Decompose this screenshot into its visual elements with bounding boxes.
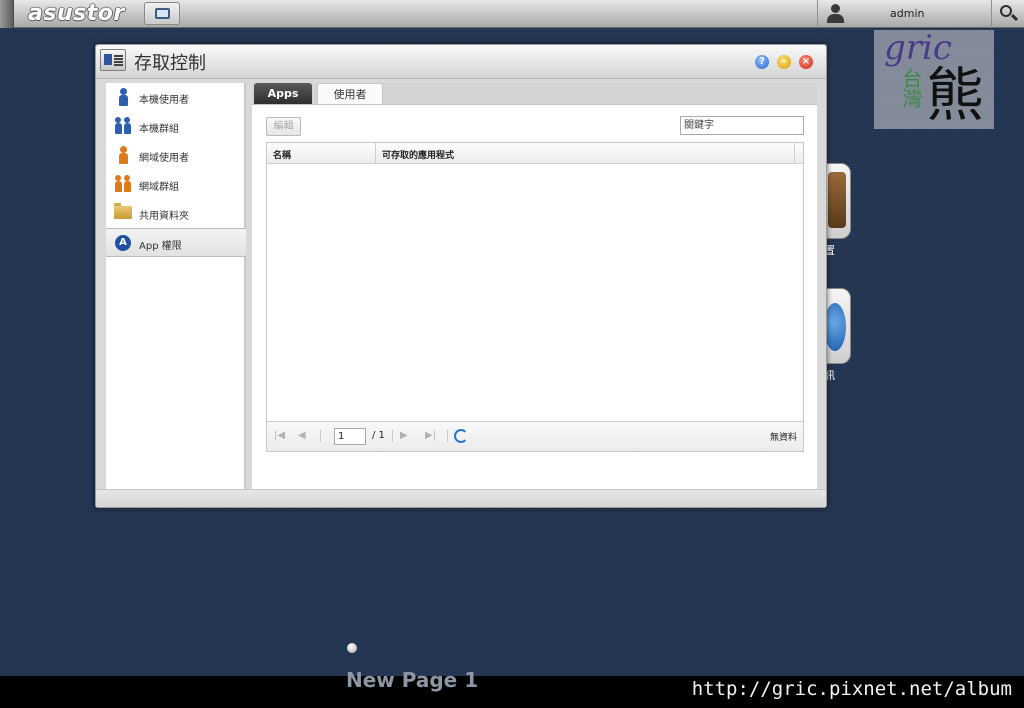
access-control-window: 存取控制 ? – × 本機使用者 本機群組 網域使用者 網域群組 共用資料夾 A…	[95, 44, 827, 508]
folder-icon	[114, 203, 132, 219]
user-name: admin	[890, 7, 925, 20]
topbar-grip	[0, 0, 14, 28]
access-control-icon	[100, 49, 126, 71]
refresh-icon[interactable]	[454, 429, 468, 443]
user-menu[interactable]: admin	[817, 0, 991, 28]
next-page-button[interactable]: ▶	[400, 430, 408, 441]
sidebar-item-label: 共用資料夾	[139, 211, 189, 222]
tab-users[interactable]: 使用者	[317, 83, 383, 104]
close-icon[interactable]: ×	[799, 55, 813, 69]
desktop-page-name: New Page 1	[346, 668, 479, 692]
footer-url-watermark: http://gric.pixnet.net/album	[691, 678, 1012, 700]
window-status-bar	[96, 489, 826, 507]
pager-separator	[320, 430, 321, 442]
asustor-logo: asustor	[28, 1, 125, 26]
page-number-input[interactable]: 1	[334, 428, 366, 445]
pagination-bar: |◀ ◀ 1 / 1 ▶ ▶| 無資料	[267, 421, 803, 451]
sidebar-item-label: 本機群組	[139, 124, 179, 135]
column-header-name[interactable]: 名稱	[267, 143, 376, 163]
sidebar-item-label: App 權限	[139, 241, 182, 252]
desktop-icon	[155, 8, 170, 19]
last-page-button[interactable]: ▶|	[425, 430, 436, 441]
sidebar-item-local-groups[interactable]: 本機群組	[106, 112, 246, 141]
sidebar-item-label: 網域使用者	[139, 153, 189, 164]
minimize-icon[interactable]: –	[777, 55, 791, 69]
desktop-page-indicator[interactable]	[347, 643, 357, 653]
window-title: 存取控制	[134, 53, 206, 74]
help-icon[interactable]: ?	[755, 55, 769, 69]
tab-apps[interactable]: Apps	[254, 83, 312, 104]
user-blue-icon	[116, 88, 132, 106]
sidebar: 本機使用者 本機群組 網域使用者 網域群組 共用資料夾 A App 權限	[106, 83, 246, 489]
group-orange-icon	[114, 175, 132, 193]
sidebar-item-domain-groups[interactable]: 網域群組	[106, 170, 246, 199]
user-orange-icon	[116, 146, 132, 164]
sidebar-item-shared-folders[interactable]: 共用資料夾	[106, 199, 246, 228]
show-desktop-button[interactable]	[144, 2, 180, 25]
group-blue-icon	[114, 117, 132, 135]
content-panel: Apps 使用者 編輯 關鍵字 名稱 可存取的應用程式 |◀ ◀ 1 / 1 ▶…	[252, 83, 817, 489]
no-data-text: 無資料	[769, 433, 797, 443]
prev-page-button[interactable]: ◀	[298, 430, 306, 441]
sidebar-item-label: 本機使用者	[139, 95, 189, 106]
first-page-button[interactable]: |◀	[274, 430, 285, 441]
window-titlebar[interactable]: 存取控制 ? – ×	[96, 45, 826, 79]
sidebar-item-label: 網域群組	[139, 182, 179, 193]
column-header-accessible-apps[interactable]: 可存取的應用程式	[377, 143, 794, 163]
header-scroll-slot	[794, 143, 803, 163]
sidebar-item-app-privileges[interactable]: A App 權限	[106, 228, 246, 257]
watermark-small-chars: 台灣	[899, 68, 923, 108]
user-icon	[826, 4, 844, 24]
keyword-search-input[interactable]: 關鍵字	[680, 116, 804, 135]
pager-separator	[447, 430, 448, 442]
watermark-big-char: 熊	[926, 61, 985, 129]
pager-separator	[392, 430, 393, 442]
page-total: / 1	[372, 430, 385, 441]
top-bar: asustor admin	[0, 0, 1024, 28]
grid-header: 名稱 可存取的應用程式	[267, 143, 803, 164]
edit-button[interactable]: 編輯	[266, 117, 301, 136]
search-button[interactable]	[991, 0, 1024, 28]
tab-panel: 編輯 關鍵字 名稱 可存取的應用程式 |◀ ◀ 1 / 1 ▶ ▶| 無資料	[252, 104, 817, 489]
watermark-logo: gric 台灣 熊	[874, 28, 994, 129]
sidebar-item-domain-users[interactable]: 網域使用者	[106, 141, 246, 170]
sidebar-item-local-users[interactable]: 本機使用者	[106, 83, 246, 112]
apps-grid: 名稱 可存取的應用程式 |◀ ◀ 1 / 1 ▶ ▶| 無資料	[266, 142, 804, 452]
app-permission-icon: A	[115, 235, 131, 251]
